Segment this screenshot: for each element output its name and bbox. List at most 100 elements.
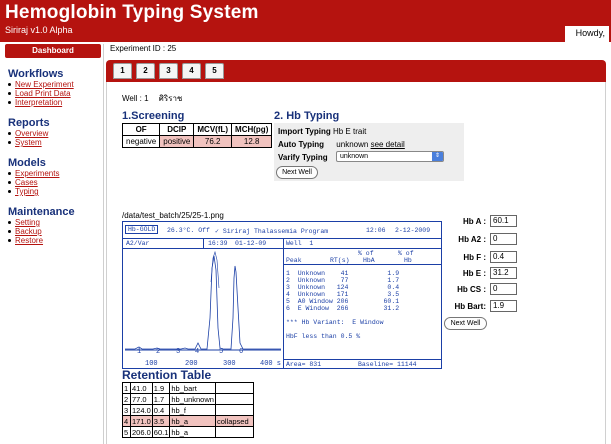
x-tick: 200 <box>185 360 198 368</box>
nav-section-reports: Reports Overview System <box>3 117 103 147</box>
program-label: ✓ Siriraj Thalassemia Program <box>215 228 329 235</box>
peak-table-rule <box>283 359 441 360</box>
ret-index: 4 <box>122 415 131 427</box>
well-label: Well : 1 ศิริราช <box>122 92 182 105</box>
hb-a2-input[interactable]: 0 <box>490 233 517 245</box>
nav-heading: Workflows <box>8 68 64 80</box>
peak-row: 3 Unknown 124 0.4 <box>286 284 400 291</box>
ret-time: 206.0 <box>130 426 153 438</box>
nav-section-workflows: Workflows New Experiment Load Print Data… <box>3 68 103 107</box>
nav-section-maintenance: Maintenance Setting Backup Restore <box>3 206 103 245</box>
chromato-well: Well 1 <box>286 240 314 247</box>
nav-link-system[interactable]: System <box>15 138 42 147</box>
user-greeting[interactable]: Howdy, <box>565 26 609 42</box>
baseline-value: Baseline= 11144 <box>358 361 417 368</box>
ret-status <box>214 426 254 438</box>
nav-link-restore[interactable]: Restore <box>15 236 43 245</box>
screening-header-of: OF <box>121 123 161 136</box>
screening-header-mch: MCH(pg) <box>231 123 273 136</box>
bullet-icon <box>8 221 11 224</box>
hb-a-input[interactable]: 60.1 <box>490 215 517 227</box>
ret-status <box>214 404 254 416</box>
table-row: 2 77.0 1.7 hb_unknown <box>122 393 254 405</box>
screening-dcip-value: positive <box>159 135 195 148</box>
ret-index: 3 <box>122 404 131 416</box>
screening-mch-value: 12.8 <box>231 135 273 148</box>
a2var-label: A2/Var <box>126 240 150 247</box>
nav-link-new-experiment[interactable]: New Experiment <box>15 80 74 89</box>
col-hb: Hb <box>404 257 412 264</box>
hb-cs-label: Hb CS : <box>457 285 486 294</box>
col-hba: HbA <box>363 257 375 264</box>
ret-status <box>214 382 254 394</box>
varify-typing-row: Varify Typing unknown ⇕ <box>278 151 458 162</box>
hb-bart-input[interactable]: 1.9 <box>490 300 517 312</box>
file-path: /data/test_batch/25/25-1.png <box>122 211 224 220</box>
sidebar-divider <box>103 44 104 444</box>
table-row: 5 206.0 60.1 hb_a <box>122 426 254 438</box>
run-date: 01-12-09 <box>235 240 267 247</box>
peak-marker: 6 <box>239 348 244 356</box>
nav-heading: Maintenance <box>8 206 75 218</box>
ret-status <box>214 393 254 405</box>
tab-2[interactable]: 2 <box>136 63 155 79</box>
nav-link-cases[interactable]: Cases <box>15 178 38 187</box>
dashboard-button[interactable]: Dashboard <box>5 44 101 58</box>
ret-percent: 1.9 <box>151 382 171 394</box>
retention-table: 1 41.0 1.9 hb_bart 2 77.0 1.7 hb_unknown… <box>122 382 254 438</box>
table-row: 4 171.0 3.5 hb_a collapsed <box>122 415 254 427</box>
peak-table-rule <box>283 264 441 265</box>
tab-5[interactable]: 5 <box>205 63 224 79</box>
chromato-divider <box>283 238 284 368</box>
tab-1[interactable]: 1 <box>113 63 132 79</box>
nav-link-setting[interactable]: Setting <box>15 218 40 227</box>
tab-3[interactable]: 3 <box>159 63 178 79</box>
bullet-icon <box>8 181 11 184</box>
chromatogram-trace <box>125 250 281 351</box>
nav-link-backup[interactable]: Backup <box>15 227 42 236</box>
nav-link-overview[interactable]: Overview <box>15 129 48 138</box>
peak-row: 4 Unknown 171 3.5 <box>286 291 400 298</box>
x-tick: 300 <box>223 360 236 368</box>
screening-header-dcip: DCIP <box>159 123 195 136</box>
nav-link-typing[interactable]: Typing <box>15 187 39 196</box>
ret-percent: 1.7 <box>151 393 171 405</box>
nav-link-interpretation[interactable]: Interpretation <box>15 98 62 107</box>
auto-typing-row: Auto Typing unknown see detail <box>278 140 405 149</box>
run-time: 16:39 <box>208 240 228 247</box>
next-well-button[interactable]: Next Well <box>276 166 318 179</box>
peak-marker: 4 <box>195 348 200 356</box>
app-version: Siriraj v1.0 Alpha <box>5 25 73 35</box>
nav-link-load-print-data[interactable]: Load Print Data <box>15 89 71 98</box>
experiment-id: Experiment ID : 25 <box>110 44 177 53</box>
temperature-label: 26.3°C. Off <box>167 227 210 234</box>
hb-e-input[interactable]: 31.2 <box>490 267 517 279</box>
varify-typing-value: unknown <box>340 153 369 160</box>
import-typing-label: Import Typing <box>278 127 331 136</box>
next-well-button-2[interactable]: Next Well <box>444 317 487 330</box>
bullet-icon <box>8 190 11 193</box>
screening-table: OF DCIP MCV(fL) MCH(pg) negative positiv… <box>121 123 273 148</box>
ret-type: hb_a <box>169 415 216 427</box>
select-arrows-icon: ⇕ <box>432 152 443 161</box>
see-detail-link[interactable]: see detail <box>371 140 405 149</box>
sidebar: Dashboard Workflows New Experiment Load … <box>3 44 103 245</box>
retention-table-heading: Retention Table <box>122 368 212 382</box>
peak-row: 2 Unknown 77 1.7 <box>286 277 400 284</box>
print-date: 2-12-2009 <box>395 227 431 234</box>
bullet-icon <box>8 141 11 144</box>
bullet-icon <box>8 83 11 86</box>
nav-link-experiments[interactable]: Experiments <box>15 169 59 178</box>
hb-a-label: Hb A : <box>463 217 486 226</box>
hb-e-label: Hb E : <box>462 269 486 278</box>
ret-percent: 3.5 <box>151 415 171 427</box>
ret-percent: 60.1 <box>151 426 171 438</box>
chromatogram-image: Hb-GOLD 26.3°C. Off ✓ Siriraj Thalassemi… <box>122 221 442 369</box>
varify-typing-select[interactable]: unknown ⇕ <box>336 151 444 162</box>
hb-cs-input[interactable]: 0 <box>490 283 517 295</box>
hb-f-input[interactable]: 0.4 <box>490 251 517 263</box>
peak-marker: 3 <box>176 348 181 356</box>
screening-heading: 1.Screening <box>122 110 185 122</box>
peak-row: 6 E Window 266 31.2 <box>286 305 400 312</box>
tab-4[interactable]: 4 <box>182 63 201 79</box>
